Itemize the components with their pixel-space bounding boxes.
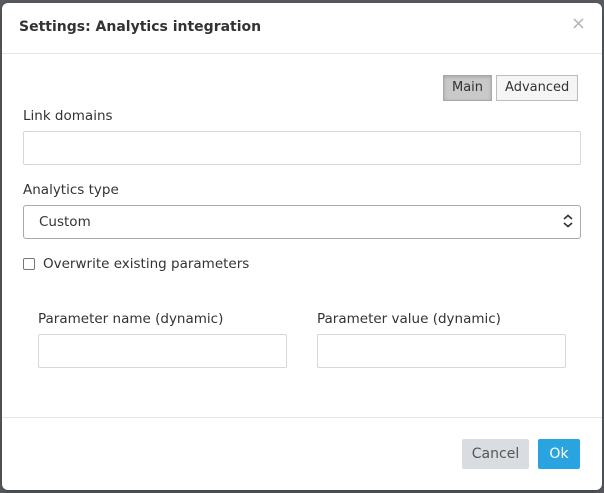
footer-divider: [2, 417, 602, 418]
overwrite-checkbox[interactable]: [23, 258, 35, 270]
link-domains-label: Link domains: [23, 108, 113, 124]
close-icon[interactable]: ×: [571, 15, 586, 33]
ok-button[interactable]: Ok: [538, 439, 580, 469]
analytics-type-value: Custom: [39, 214, 91, 230]
overwrite-row: Overwrite existing parameters: [23, 256, 249, 272]
chevron-updown-icon: [563, 214, 573, 228]
analytics-type-label: Analytics type: [23, 182, 119, 198]
param-name-input[interactable]: [38, 334, 287, 368]
param-value-input[interactable]: [317, 334, 566, 368]
settings-dialog: Settings: Analytics integration × Main A…: [2, 3, 602, 490]
tab-group: Main Advanced: [443, 75, 579, 101]
param-value-label: Parameter value (dynamic): [317, 311, 501, 327]
analytics-type-select[interactable]: Custom: [23, 205, 581, 239]
link-domains-input[interactable]: [23, 131, 581, 165]
param-name-label: Parameter name (dynamic): [38, 311, 224, 327]
dialog-header: Settings: Analytics integration ×: [2, 3, 602, 54]
dialog-title: Settings: Analytics integration: [19, 19, 262, 35]
tab-main[interactable]: Main: [443, 75, 493, 101]
tab-advanced[interactable]: Advanced: [496, 75, 579, 101]
overwrite-label: Overwrite existing parameters: [43, 256, 250, 272]
cancel-button[interactable]: Cancel: [462, 439, 529, 469]
